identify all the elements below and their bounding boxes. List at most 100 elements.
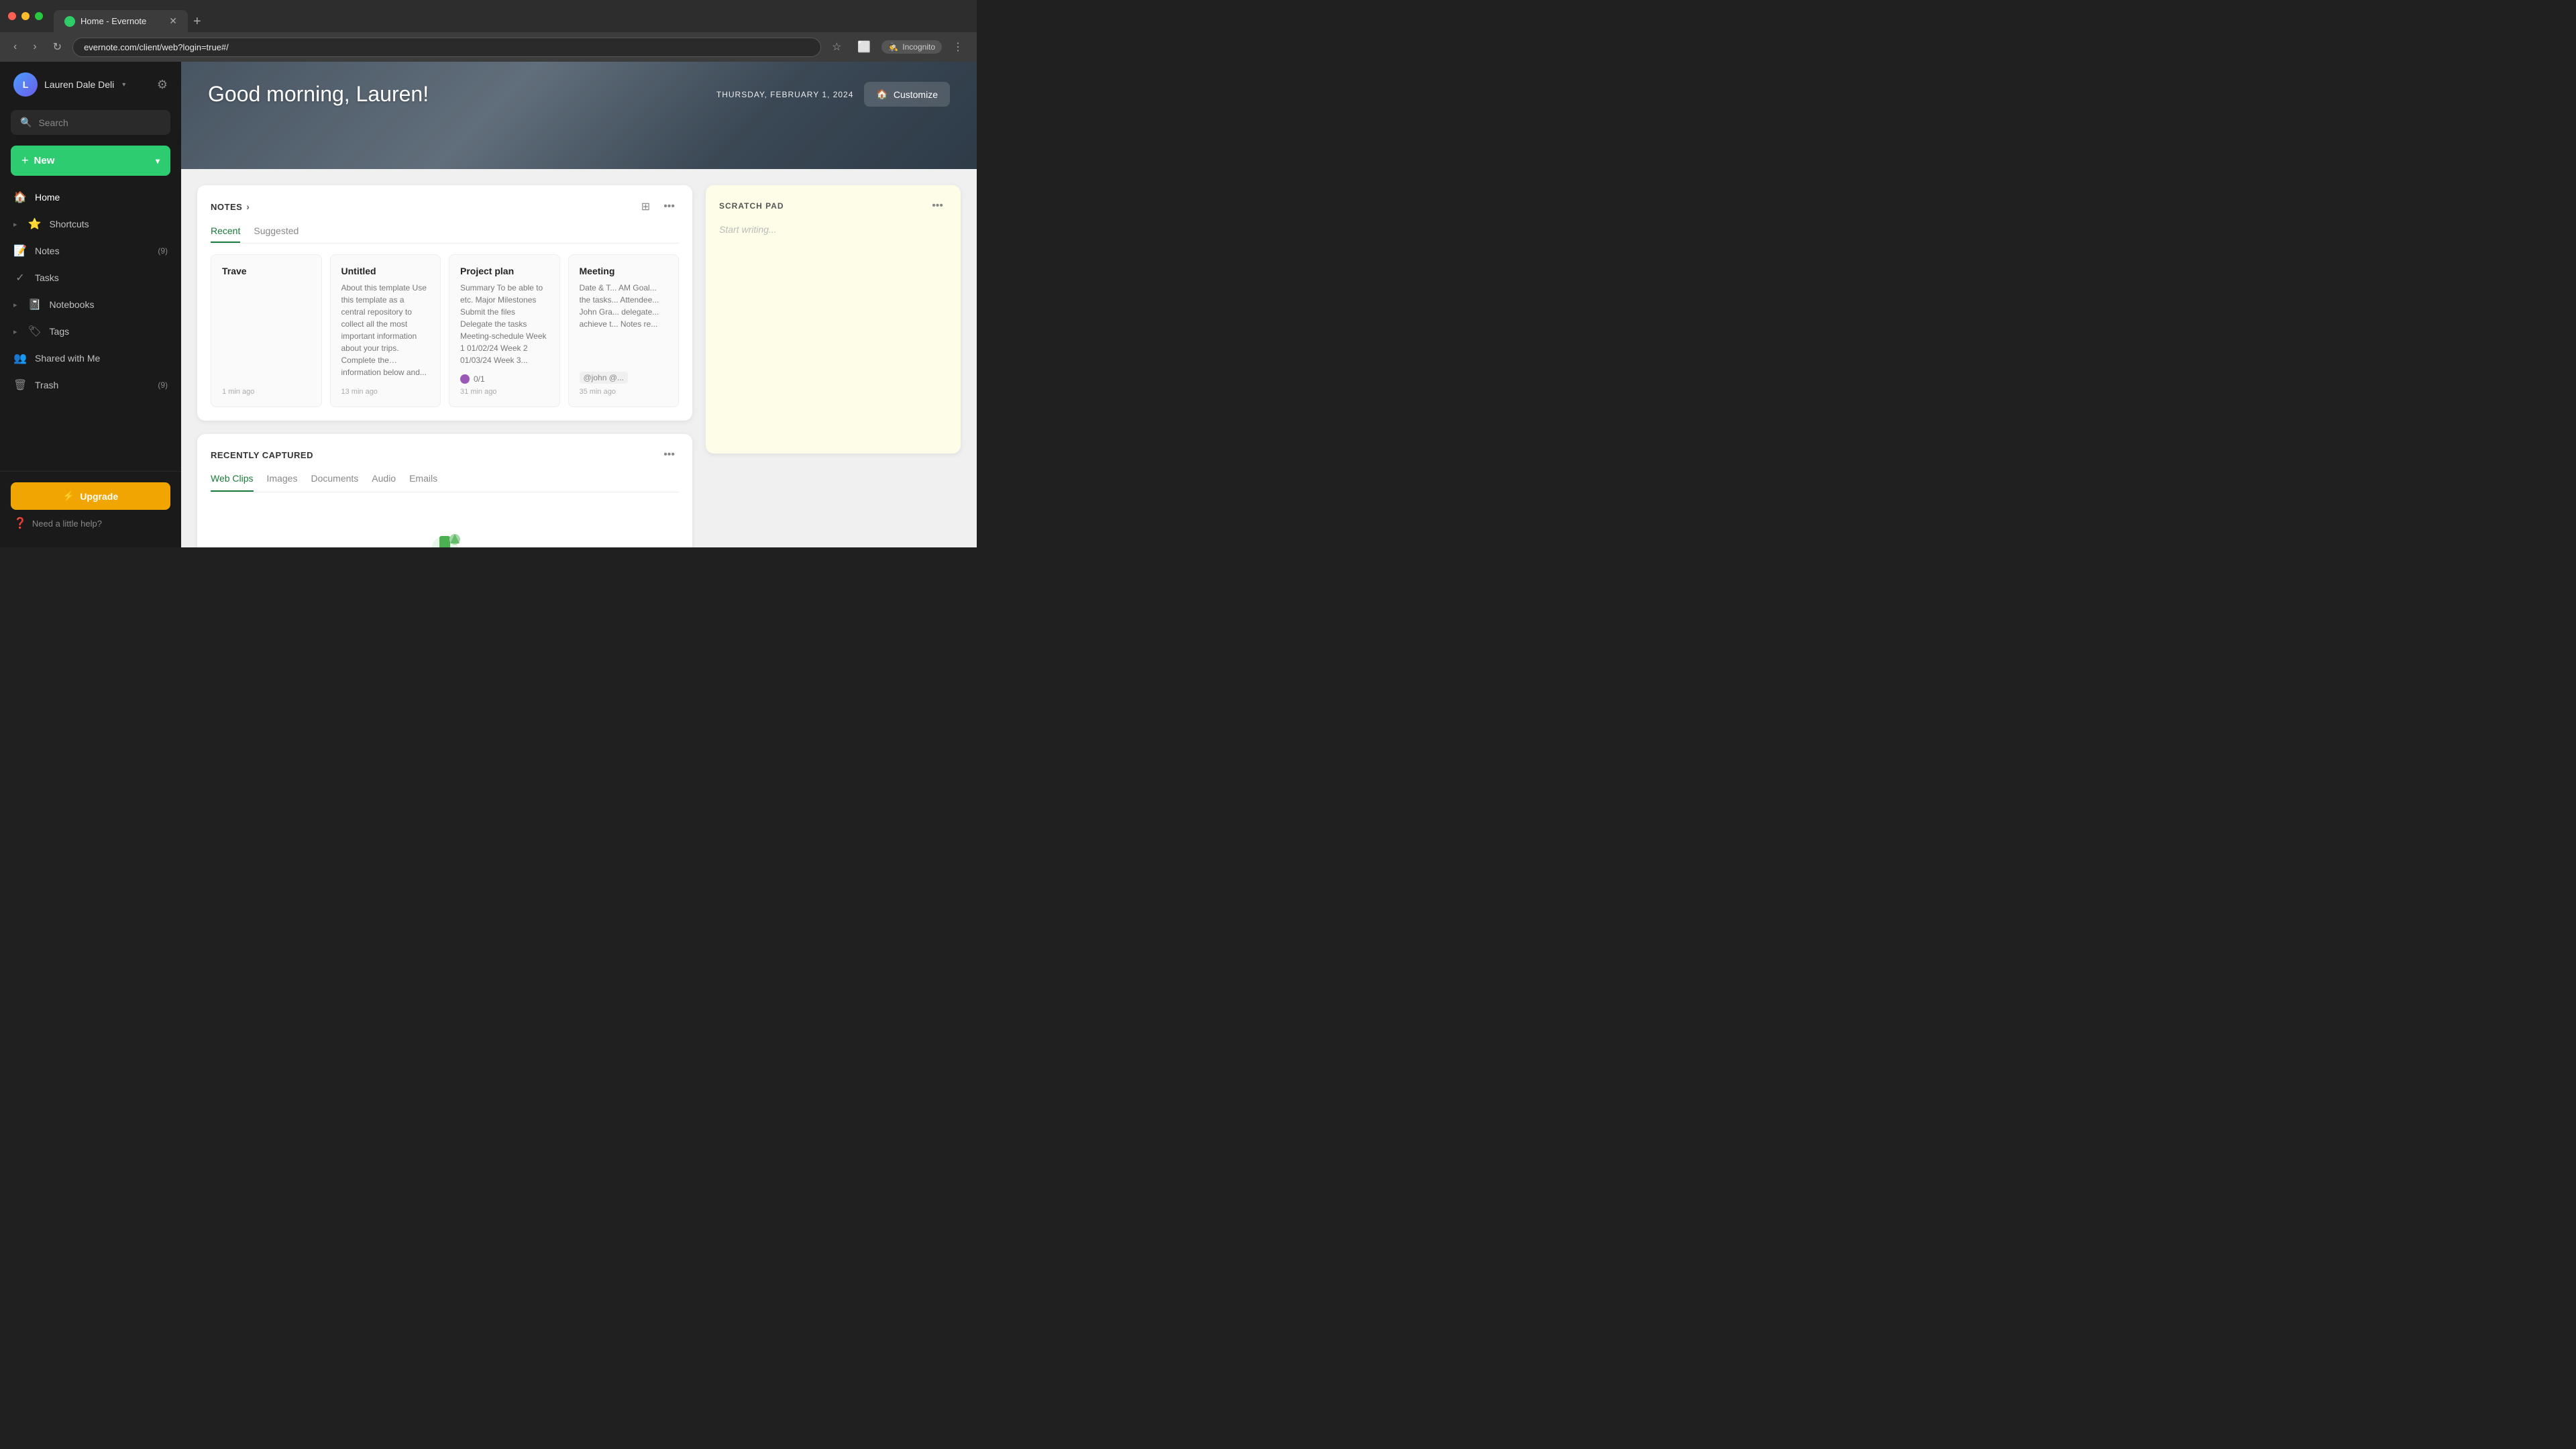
note-time: 35 min ago	[580, 388, 668, 396]
task-indicator: 0/1	[460, 374, 549, 384]
scratch-pad-more-button[interactable]: •••	[928, 199, 947, 213]
recently-captured-header: RECENTLY CAPTURED •••	[211, 447, 679, 462]
tab-favicon	[64, 16, 75, 27]
note-title: Project plan	[460, 266, 549, 276]
customize-button[interactable]: 🏠 Customize	[864, 82, 950, 107]
window-controls	[8, 12, 43, 20]
notes-count-badge: (9)	[158, 246, 168, 256]
sidebar-item-notes-label: Notes	[35, 246, 60, 256]
notes-title-text: NOTES	[211, 202, 242, 212]
tab-close-button[interactable]: ✕	[169, 15, 177, 27]
shortcuts-chevron-icon: ▸	[13, 220, 17, 229]
content-area: NOTES › ⊞ ••• Recent Suggested	[181, 169, 977, 547]
recently-captured-more-button[interactable]: •••	[659, 447, 679, 462]
forward-button[interactable]: ›	[28, 38, 42, 56]
tab-suggested[interactable]: Suggested	[254, 225, 299, 243]
notes-add-button[interactable]: ⊞	[637, 199, 654, 215]
home-icon: 🏠	[13, 191, 27, 204]
bookmark-button[interactable]: ☆	[826, 38, 847, 56]
sidebar-item-notebooks[interactable]: ▸ 📓 Notebooks	[0, 291, 181, 318]
note-card[interactable]: Project plan Summary To be able to etc. …	[449, 254, 560, 407]
search-button[interactable]: 🔍 Search	[11, 110, 170, 135]
task-badge	[460, 374, 470, 384]
tab-recent[interactable]: Recent	[211, 225, 240, 243]
sidebar-item-tasks[interactable]: ✓ Tasks	[0, 264, 181, 291]
note-time: 1 min ago	[222, 388, 311, 396]
menu-button[interactable]: ⋮	[947, 38, 969, 56]
scratch-pad-header: SCRATCH PAD •••	[719, 199, 947, 213]
trash-count-badge: (9)	[158, 380, 168, 390]
tab-images[interactable]: Images	[267, 473, 298, 492]
sidebar-item-shortcuts[interactable]: ▸ ⭐ Shortcuts	[0, 211, 181, 237]
upgrade-icon: ⚡	[63, 490, 74, 502]
tab-audio[interactable]: Audio	[372, 473, 396, 492]
scratch-pad-input[interactable]: Start writing...	[719, 224, 947, 235]
incognito-badge: 🕵 Incognito	[881, 40, 942, 54]
sidebar-nav: 🏠 Home ▸ ⭐ Shortcuts 📝 Notes (9) ✓ Tasks…	[0, 181, 181, 471]
empty-state	[211, 492, 679, 547]
sidebar-item-home[interactable]: 🏠 Home	[0, 184, 181, 211]
user-info[interactable]: L Lauren Dale Deli ▾	[13, 72, 125, 97]
incognito-icon: 🕵	[888, 42, 898, 52]
note-mention: @john @...	[580, 372, 628, 384]
active-tab[interactable]: Home - Evernote ✕	[54, 10, 188, 32]
sidebar-item-shortcuts-label: Shortcuts	[50, 219, 89, 229]
trash-icon: 🗑	[13, 378, 27, 392]
help-label: Need a little help?	[32, 519, 102, 529]
note-card[interactable]: Trave 1 min ago	[211, 254, 322, 407]
maximize-window-button[interactable]	[35, 12, 43, 20]
greeting: Good morning, Lauren!	[208, 82, 429, 107]
shortcuts-icon: ⭐	[28, 217, 42, 231]
tab-web-clips[interactable]: Web Clips	[211, 473, 254, 492]
help-link[interactable]: ❓ Need a little help?	[11, 510, 170, 537]
tab-documents[interactable]: Documents	[311, 473, 358, 492]
tab-emails[interactable]: Emails	[409, 473, 437, 492]
notes-widget: NOTES › ⊞ ••• Recent Suggested	[197, 185, 692, 421]
reload-button[interactable]: ↻	[48, 38, 67, 56]
sidebar-item-notes[interactable]: 📝 Notes (9)	[0, 237, 181, 264]
tasks-icon: ✓	[13, 271, 27, 284]
search-icon: 🔍	[20, 117, 32, 128]
note-card[interactable]: Meeting Date & T... AM Goal... the tasks…	[568, 254, 680, 407]
note-card[interactable]: Untitled About this template Use this te…	[330, 254, 441, 407]
recently-captured-tabs: Web Clips Images Documents Audio Emails	[211, 473, 679, 492]
note-preview: Summary To be able to etc. Major Milesto…	[460, 282, 549, 366]
new-button[interactable]: + New ▾	[11, 146, 170, 176]
note-time: 31 min ago	[460, 388, 549, 396]
user-name: Lauren Dale Deli	[44, 79, 114, 90]
notes-title[interactable]: NOTES ›	[211, 201, 250, 212]
sidebar-item-tags[interactable]: ▸ 🏷 Tags	[0, 318, 181, 345]
main-content: Good morning, Lauren! THURSDAY, FEBRUARY…	[181, 62, 977, 547]
tab-title: Home - Evernote	[80, 16, 146, 26]
minimize-window-button[interactable]	[21, 12, 30, 20]
browser-chrome: Home - Evernote ✕ +	[0, 0, 977, 32]
notes-widget-actions: ⊞ •••	[637, 199, 679, 215]
task-count: 0/1	[474, 374, 485, 384]
upgrade-button[interactable]: ⚡ Upgrade	[11, 482, 170, 510]
sidebar-footer: ⚡ Upgrade ❓ Need a little help?	[0, 471, 181, 547]
sidebar-item-notebooks-label: Notebooks	[50, 299, 95, 310]
close-window-button[interactable]	[8, 12, 16, 20]
app-layout: L Lauren Dale Deli ▾ ⚙ 🔍 Search + New ▾ …	[0, 62, 977, 547]
side-column: SCRATCH PAD ••• Start writing...	[706, 185, 961, 547]
note-title: Meeting	[580, 266, 668, 276]
sidebar-item-shared[interactable]: 👥 Shared with Me	[0, 345, 181, 372]
sidebar-item-trash[interactable]: 🗑 Trash (9)	[0, 372, 181, 398]
tags-icon: 🏷	[28, 325, 42, 338]
url-text: evernote.com/client/web?login=true#/	[84, 42, 229, 52]
settings-button[interactable]: ⚙	[157, 78, 168, 92]
sidebar-item-shared-label: Shared with Me	[35, 353, 100, 364]
url-bar[interactable]: evernote.com/client/web?login=true#/	[72, 38, 821, 57]
upgrade-label: Upgrade	[80, 491, 118, 502]
notes-more-button[interactable]: •••	[659, 199, 679, 214]
notes-widget-header: NOTES › ⊞ •••	[211, 199, 679, 215]
incognito-label: Incognito	[902, 42, 935, 52]
back-button[interactable]: ‹	[8, 38, 22, 56]
new-tab-button[interactable]: +	[188, 11, 207, 32]
extensions-button[interactable]: ⬜	[852, 38, 876, 56]
customize-icon: 🏠	[876, 89, 888, 100]
tags-chevron-icon: ▸	[13, 327, 17, 336]
note-time: 13 min ago	[341, 388, 430, 396]
main-column: NOTES › ⊞ ••• Recent Suggested	[197, 185, 692, 547]
recently-captured-title: RECENTLY CAPTURED	[211, 450, 313, 460]
